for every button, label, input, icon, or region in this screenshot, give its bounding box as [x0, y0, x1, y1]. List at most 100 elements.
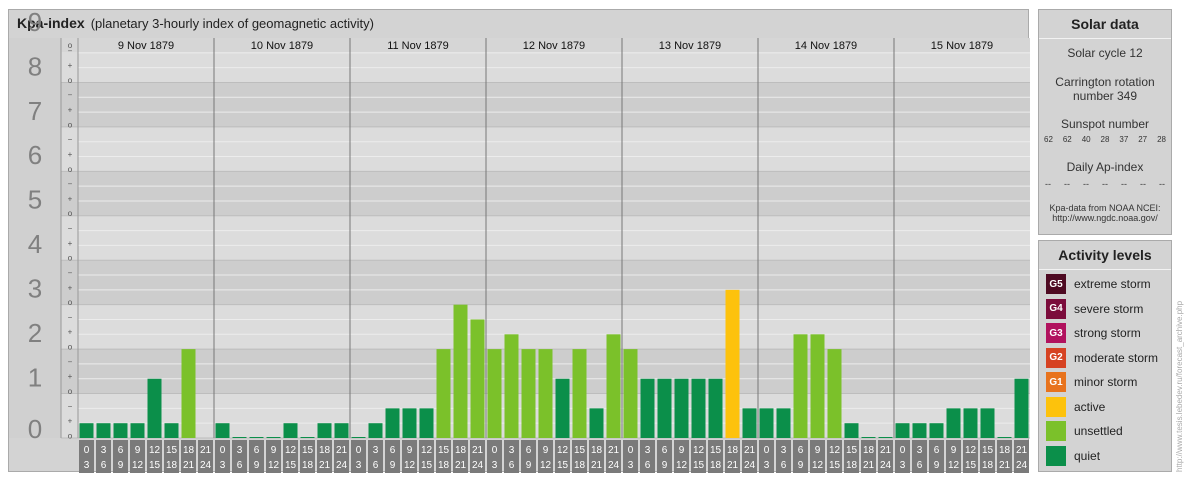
interval-end-label: 9	[526, 460, 532, 471]
y-tick-label: 1	[28, 362, 42, 392]
interval-end-label: 15	[965, 460, 977, 471]
solar-data-title: Solar data	[1039, 10, 1171, 39]
minor-tick-label: +	[68, 150, 73, 159]
interval-start-label: 6	[662, 445, 668, 456]
interval-start-label: 15	[166, 445, 178, 456]
kp-bar	[436, 349, 451, 438]
interval-end-label: 3	[84, 460, 90, 471]
kp-bar	[1014, 378, 1029, 438]
legend-swatch	[1046, 445, 1066, 466]
kp-bar	[725, 289, 740, 438]
kp-bar	[351, 437, 366, 438]
y-tick-label: 5	[28, 185, 42, 215]
interval-end-label: 9	[254, 460, 260, 471]
interval-start-label: 0	[764, 445, 770, 456]
minor-tick-label: +	[68, 328, 73, 337]
day-label: 15 Nov 1879	[931, 40, 993, 52]
interval-start-label: 15	[574, 445, 586, 456]
interval-start-label: 12	[421, 445, 433, 456]
ap-index-value: --	[1102, 179, 1108, 189]
interval-end-label: 24	[608, 460, 620, 471]
y-tick-label: 2	[28, 318, 42, 348]
kp-bar	[776, 408, 791, 438]
interval-end-label: 6	[237, 460, 243, 471]
kp-bar	[606, 334, 621, 438]
carrington-rotation: Carrington rotation number 349	[1055, 75, 1155, 103]
minor-tick-label: o	[68, 41, 73, 50]
interval-end-label: 18	[438, 460, 450, 471]
interval-end-label: 21	[591, 460, 603, 471]
interval-end-label: 18	[982, 460, 994, 471]
solar-data-panel: Solar data Solar cycle 12 Carrington rot…	[1038, 9, 1172, 235]
kp-bar	[113, 423, 128, 438]
interval-start-label: 9	[135, 445, 141, 456]
interval-start-label: 12	[693, 445, 705, 456]
interval-end-label: 9	[662, 460, 668, 471]
legend-item-unsettled: unsettled	[1046, 421, 1123, 441]
interval-start-label: 9	[271, 445, 277, 456]
legend-swatch: G4	[1046, 298, 1066, 319]
interval-start-label: 21	[200, 445, 212, 456]
minor-tick-label: −	[68, 402, 73, 411]
kp-bar	[402, 408, 417, 438]
kp-bar	[79, 423, 94, 438]
interval-end-label: 9	[934, 460, 940, 471]
legend-swatch: G1	[1046, 372, 1066, 392]
interval-start-label: 15	[438, 445, 450, 456]
day-label: 11 Nov 1879	[387, 40, 449, 52]
legend-label: strong storm	[1074, 326, 1141, 340]
minor-tick-label: +	[68, 106, 73, 115]
interval-start-label: 3	[917, 445, 923, 456]
kp-band	[61, 82, 1030, 127]
interval-end-label: 12	[812, 460, 824, 471]
kp-bar	[181, 349, 196, 438]
legend-item-severe-storm: G4 severe storm	[1046, 298, 1143, 319]
minor-tick-label: o	[68, 298, 73, 307]
minor-tick-label: +	[68, 194, 73, 203]
minor-tick-label: o	[68, 76, 73, 85]
kp-bar	[317, 423, 332, 438]
kp-bar	[164, 423, 179, 438]
interval-start-label: 21	[1016, 445, 1028, 456]
kp-bar	[232, 437, 247, 438]
interval-end-label: 21	[455, 460, 467, 471]
minor-tick-label: −	[68, 180, 73, 189]
y-tick-label: 7	[28, 96, 42, 126]
interval-start-label: 12	[149, 445, 161, 456]
kp-bar	[130, 423, 145, 438]
activity-levels-title: Activity levels	[1039, 241, 1171, 270]
interval-start-label: 9	[951, 445, 957, 456]
minor-tick-label: o	[68, 431, 73, 440]
kp-bar	[249, 437, 264, 438]
kp-bar	[946, 408, 961, 438]
kp-bar	[929, 423, 944, 438]
kp-bar	[844, 423, 859, 438]
interval-end-label: 12	[676, 460, 688, 471]
interval-start-label: 18	[591, 445, 603, 456]
minor-tick-label: +	[68, 61, 73, 70]
interval-start-label: 18	[319, 445, 331, 456]
legend-label: extreme storm	[1074, 277, 1151, 291]
interval-end-label: 24	[336, 460, 348, 471]
interval-end-label: 24	[472, 460, 484, 471]
ap-index-value: --	[1121, 179, 1127, 189]
kp-bar	[878, 437, 893, 438]
interval-start-label: 6	[934, 445, 940, 456]
kp-bar	[96, 423, 111, 438]
interval-end-label: 6	[373, 460, 379, 471]
kpa-chart-panel: Kpa-index (planetary 3-hourly index of ge…	[8, 9, 1030, 473]
kp-bar	[657, 378, 672, 438]
legend-item-moderate-storm: G2 moderate storm	[1046, 347, 1158, 368]
interval-end-label: 24	[880, 460, 892, 471]
legend-swatch: G5	[1046, 274, 1066, 294]
interval-start-label: 9	[815, 445, 821, 456]
interval-start-label: 0	[628, 445, 634, 456]
sunspot-value: 27	[1138, 135, 1148, 144]
ap-index-label: Daily Ap-index	[1066, 160, 1144, 174]
sunspot-value: 28	[1100, 135, 1110, 144]
interval-start-label: 12	[829, 445, 841, 456]
kp-bar	[266, 437, 281, 438]
kp-bar	[419, 408, 434, 438]
minor-tick-label: +	[68, 417, 73, 426]
interval-end-label: 21	[863, 460, 875, 471]
